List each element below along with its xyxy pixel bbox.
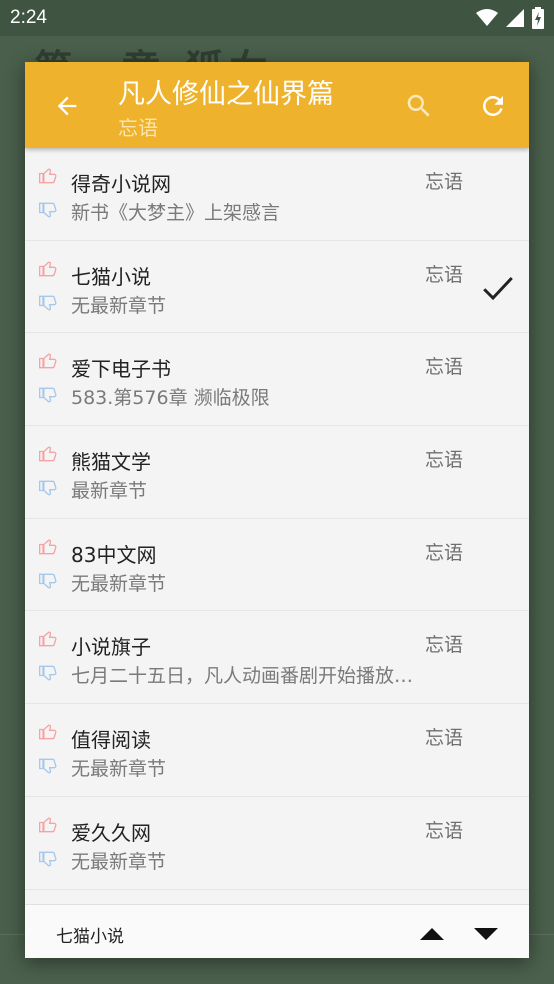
source-name: 值得阅读 xyxy=(71,728,151,753)
source-name: 得奇小说网 xyxy=(71,172,171,196)
source-row[interactable]: 值得阅读无最新章节 忘语 xyxy=(25,704,529,797)
check-icon xyxy=(483,276,513,300)
book-title: 凡人修仙之仙界篇 xyxy=(118,79,334,110)
source-author: 忘语 xyxy=(425,171,464,193)
source-latest-chapter: 无最新章节 xyxy=(71,850,167,873)
source-latest-chapter: 无最新章节 xyxy=(71,758,167,781)
triangle-down-icon xyxy=(474,928,498,940)
thumb-up-icon[interactable] xyxy=(37,166,59,186)
source-row[interactable]: 熊猫文学最新章节 忘语 xyxy=(25,426,529,519)
thumb-down-icon[interactable] xyxy=(37,200,59,220)
book-author: 忘语 xyxy=(118,116,158,140)
source-row[interactable]: 小说旗子七月二十五日，凡人动画番剧开始播放… 忘语 xyxy=(25,611,529,705)
source-author: 忘语 xyxy=(425,634,464,657)
thumb-down-icon[interactable] xyxy=(37,756,59,776)
dialog-footer: 七猫小说 xyxy=(25,904,529,958)
thumb-down-icon[interactable] xyxy=(37,478,59,498)
source-row[interactable]: 得奇小说网新书《大梦主》上架感言 忘语 xyxy=(25,148,529,241)
wifi-icon xyxy=(476,9,498,26)
thumb-up-icon[interactable] xyxy=(37,351,59,371)
refresh-button[interactable] xyxy=(473,86,513,126)
status-bar: 2:24 xyxy=(0,0,554,36)
source-latest-chapter: 无最新章节 xyxy=(71,294,167,317)
source-name: 小说旗子 xyxy=(71,635,151,660)
refresh-icon xyxy=(482,95,503,116)
current-source-label: 七猫小说 xyxy=(56,927,124,947)
source-author: 忘语 xyxy=(425,263,464,286)
thumb-up-icon[interactable] xyxy=(37,722,59,742)
thumb-down-icon[interactable] xyxy=(37,849,59,869)
source-latest-chapter: 无最新章节 xyxy=(71,572,167,595)
status-icons xyxy=(476,7,544,29)
source-list: 得奇小说网 新书《大梦主》上架感言 忘语 七猫小说 无最新章节 忘语 爱下电子书 583.第5… xyxy=(25,148,529,890)
source-name: 熊猫文学 xyxy=(71,450,151,475)
search-icon xyxy=(407,94,430,117)
thumb-down-icon[interactable] xyxy=(37,385,59,405)
thumb-down-icon[interactable] xyxy=(37,293,59,313)
source-name: 爱下电子书 xyxy=(71,357,171,382)
source-row[interactable]: 83中文网无最新章节 忘语 xyxy=(25,518,529,612)
source-row[interactable]: 爱久久网无最新章节 忘语 xyxy=(25,796,529,890)
triangle-up-icon xyxy=(420,928,444,940)
thumb-up-icon[interactable] xyxy=(37,815,59,835)
source-name: 83中文网 xyxy=(71,542,157,567)
source-author: 忘语 xyxy=(425,819,464,842)
change-source-dialog: 凡人修仙之仙界篇 忘语 得奇小说网 新书《大梦主》上架感言 忘语 七猫小说 无最新章节忘… xyxy=(25,62,529,958)
source-latest-chapter: 新书《大梦主》上架感言 xyxy=(71,202,281,224)
thumb-up-icon[interactable] xyxy=(37,629,59,649)
thumb-up-icon[interactable] xyxy=(37,259,59,279)
battery-icon xyxy=(532,7,544,29)
status-time: 2:24 xyxy=(10,7,47,28)
source-latest-chapter: 最新章节 xyxy=(71,480,148,503)
dialog-header: 凡人修仙之仙界篇 忘语 xyxy=(25,62,529,148)
source-row[interactable]: 爱下电子书 583.第576章 濒临极限 忘语 xyxy=(25,333,529,427)
thumb-up-icon[interactable] xyxy=(37,444,59,464)
source-row[interactable]: 七猫小说无最新章节 忘语 xyxy=(25,240,529,334)
scroll-down-button[interactable] xyxy=(469,919,503,947)
source-author: 忘语 xyxy=(425,727,464,750)
signal-icon xyxy=(506,9,524,27)
arrow-back-icon xyxy=(57,96,77,116)
scroll-up-button[interactable] xyxy=(415,919,449,947)
source-latest-chapter: 七月二十五日，凡人动画番剧开始播放… xyxy=(71,665,414,688)
thumb-up-icon[interactable] xyxy=(37,537,59,557)
source-author: 忘语 xyxy=(425,449,464,472)
thumb-down-icon[interactable] xyxy=(37,663,59,683)
source-author: 忘语 xyxy=(425,356,464,379)
back-button[interactable] xyxy=(47,86,87,126)
search-button[interactable] xyxy=(399,86,439,126)
source-name: 七猫小说 xyxy=(71,264,151,289)
source-author: 忘语 xyxy=(425,541,464,564)
source-name: 爱久久网 xyxy=(71,820,151,845)
thumb-down-icon[interactable] xyxy=(37,571,59,591)
source-latest-chapter: 583.第576章 濒临极限 xyxy=(71,387,270,410)
